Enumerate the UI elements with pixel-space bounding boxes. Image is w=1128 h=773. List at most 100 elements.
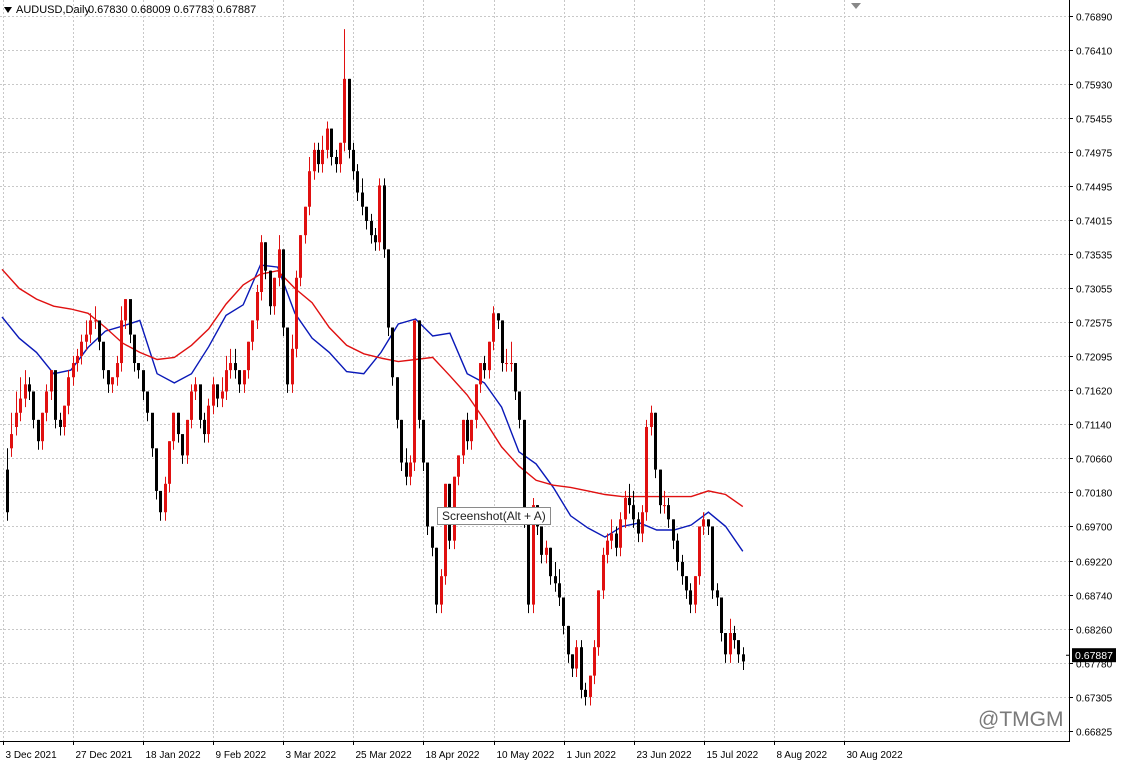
candle-body <box>413 320 416 463</box>
chart-window[interactable]: 0.76890 0.76410 0.75930 0.75455 0.74975 0.744… <box>0 0 1128 768</box>
candle-body <box>54 370 57 420</box>
price-tick-label: 0.71620 <box>1076 387 1113 398</box>
candle-body <box>444 483 447 577</box>
candle-body <box>724 633 727 655</box>
price-tick-label: 0.72575 <box>1076 319 1113 330</box>
candle-body <box>737 640 740 655</box>
candle-body <box>593 647 596 676</box>
candle-body <box>667 505 670 520</box>
candle <box>444 483 447 585</box>
candle-body <box>129 299 132 335</box>
candle-body <box>637 519 640 534</box>
candle-body <box>273 277 276 307</box>
candle <box>527 519 530 614</box>
candle-body <box>624 498 627 520</box>
candle-body <box>155 448 158 491</box>
candle-body <box>584 689 587 697</box>
price-tick-label: 0.75930 <box>1076 81 1113 92</box>
candle-body <box>488 341 491 371</box>
time-tick-label: 8 Aug 2022 <box>777 750 828 761</box>
candle-body <box>67 377 70 406</box>
price-chart[interactable]: 0.76890 0.76410 0.75930 0.75455 0.74975 0.744… <box>0 0 1128 768</box>
time-tick-label: 23 Jun 2022 <box>637 750 692 761</box>
price-tick-label: 0.76410 <box>1076 47 1113 58</box>
candle-body <box>523 419 526 520</box>
candle-body <box>470 419 473 442</box>
candle-body <box>720 597 723 634</box>
candle-body <box>440 576 443 605</box>
ohlc-values: 0.67830 0.68009 0.67783 0.67887 <box>88 4 256 16</box>
candle-body <box>335 157 338 165</box>
candle-body <box>361 192 364 207</box>
candle-body <box>50 370 53 392</box>
candle <box>711 526 714 599</box>
time-tick-label: 1 Jun 2022 <box>567 750 617 761</box>
price-tick-label: 0.76890 <box>1076 13 1113 24</box>
price-tick-label: 0.73535 <box>1076 251 1113 262</box>
candle <box>418 320 421 429</box>
candle-body <box>6 469 9 513</box>
time-tick-label: 15 Jul 2022 <box>707 750 759 761</box>
candle-body <box>497 313 500 321</box>
candle-body <box>37 419 40 442</box>
candle-body <box>733 633 736 641</box>
candle-body <box>606 540 609 555</box>
candle-body <box>527 519 530 605</box>
candle-body <box>238 370 241 385</box>
candle-body <box>225 370 228 392</box>
candle-body <box>356 171 359 193</box>
candle-body <box>137 363 140 371</box>
candle-body <box>409 462 412 477</box>
candle-body <box>694 576 697 605</box>
candle-body <box>111 377 114 385</box>
candle-body <box>304 206 307 236</box>
price-tick-label: 0.70660 <box>1076 455 1113 466</box>
candle-body <box>571 654 574 669</box>
candle-body <box>418 320 421 420</box>
candle-body <box>28 384 31 392</box>
candle-body <box>133 334 136 364</box>
candle-body <box>702 519 705 527</box>
candle-body <box>602 554 605 591</box>
candle-body <box>299 235 302 278</box>
candle-body <box>142 370 145 392</box>
candle-body <box>102 341 105 371</box>
candle-body <box>510 363 513 365</box>
candle-body <box>479 363 482 385</box>
candle-body <box>72 363 75 378</box>
candle-body <box>168 441 171 484</box>
candle-body <box>672 519 675 541</box>
candle-body <box>610 533 613 541</box>
candle-body <box>589 675 592 697</box>
time-tick-label: 9 Feb 2022 <box>216 750 267 761</box>
candle-body <box>383 185 386 250</box>
candle-body <box>391 327 394 378</box>
candle-body <box>116 363 119 378</box>
price-tick-label: 0.74495 <box>1076 183 1113 194</box>
candle-body <box>518 391 521 420</box>
candle-body <box>742 654 745 662</box>
price-tick-label: 0.73055 <box>1076 285 1113 296</box>
candle <box>378 178 381 251</box>
candle <box>391 327 394 386</box>
price-tick-label: 0.68740 <box>1076 592 1113 603</box>
candle-body <box>575 647 578 669</box>
candle-body <box>698 526 701 577</box>
candle-body <box>378 185 381 243</box>
time-tick-label: 30 Aug 2022 <box>847 750 904 761</box>
candle-body <box>32 391 35 420</box>
candle-body <box>76 355 79 364</box>
candle-body <box>330 128 333 158</box>
candle-body <box>212 384 215 406</box>
candle-body <box>405 462 408 477</box>
candle-body <box>177 412 180 435</box>
candle-body <box>554 576 557 584</box>
candle <box>435 547 438 614</box>
candle-body <box>291 348 294 385</box>
candle <box>645 419 648 521</box>
candle-body <box>264 242 267 271</box>
candle-body <box>124 299 127 321</box>
candle-body <box>558 583 561 598</box>
watermark-logo: @TMGM <box>978 708 1064 731</box>
candle-body <box>282 249 285 328</box>
